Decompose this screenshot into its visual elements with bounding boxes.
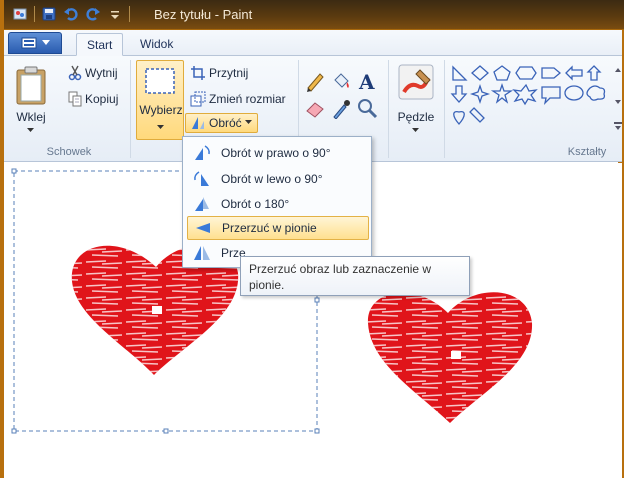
chevron-down-icon [27, 128, 34, 132]
paint-menu-button[interactable] [8, 32, 62, 54]
heart-shape [453, 110, 465, 125]
menu-item-label: Obrót w lewo o 90° [221, 172, 323, 186]
diamond-shape [471, 65, 489, 81]
hexagon-shape [515, 66, 537, 80]
svg-text:A: A [358, 70, 375, 92]
menu-icon [21, 37, 36, 49]
rotate-button[interactable]: Obróć [185, 113, 258, 133]
menu-item-flip-vertical[interactable]: Przerzuć w pionie [187, 216, 369, 240]
text-tool-icon[interactable]: A [356, 70, 378, 95]
shapes-scroll[interactable] [614, 66, 622, 136]
callout-oval-shape [564, 85, 584, 101]
crop-label: Przytnij [209, 66, 249, 80]
save-icon[interactable] [41, 6, 57, 22]
shapes-group-label: Kształty [567, 146, 607, 158]
arrow-down-shape [450, 85, 468, 103]
title-bar: Bez tytułu - Paint [4, 0, 624, 30]
rotate-180-icon [195, 197, 209, 211]
paint-app-icon[interactable] [12, 6, 28, 22]
copy-button[interactable]: Kopiuj [68, 91, 118, 107]
rotate-icon [192, 117, 204, 129]
brush-icon [398, 64, 434, 100]
customize-qat-icon[interactable] [107, 6, 123, 22]
cut-button[interactable]: Wytnij [68, 65, 118, 81]
selection-rectangle-icon [145, 68, 175, 94]
qat-separator [34, 6, 35, 22]
fill-bucket-icon[interactable] [330, 70, 352, 95]
qat-separator [129, 6, 130, 22]
clipboard-icon [16, 66, 46, 105]
select-button[interactable]: Wybierz [136, 60, 184, 140]
group-divider [444, 60, 445, 158]
flip-horizontal-icon [194, 246, 210, 260]
paint-window: Bez tytułu - Paint Start Widok Wklej Wyt… [0, 0, 624, 478]
callout-rect-shape [541, 86, 561, 105]
brushes-label: Pędzle [397, 110, 435, 124]
crop-button[interactable]: Przytnij [190, 65, 248, 81]
rotate-dropdown-menu: Obrót w prawo o 90° Obrót w lewo o 90° O… [182, 136, 372, 268]
pencil-icon[interactable] [304, 70, 326, 95]
arrow-left-shape [565, 65, 583, 81]
chevron-down-icon [41, 40, 50, 45]
group-divider [388, 60, 389, 158]
chevron-down-icon [244, 120, 252, 124]
paste-label: Wklej [16, 110, 46, 124]
rotate-left-icon [194, 171, 209, 186]
shapes-gallery [450, 64, 612, 136]
paste-button[interactable]: Wklej [8, 60, 54, 140]
scissors-icon [68, 65, 82, 81]
tooltip: Przerzuć obraz lub zaznaczenie w pionie. [240, 256, 470, 296]
arrow-up-shape [586, 65, 602, 81]
menu-item-label: Obrót w prawo o 90° [221, 146, 331, 160]
magnifier-icon[interactable] [356, 97, 378, 122]
resize-label: Zmień rozmiar [209, 92, 286, 106]
chevron-down-icon [157, 125, 164, 129]
menu-item-label: Obrót o 180° [221, 197, 290, 211]
menu-item-rotate-left[interactable]: Obrót w lewo o 90° [187, 167, 369, 191]
menu-item-rotate-180[interactable]: Obrót o 180° [187, 192, 369, 216]
copy-icon [68, 91, 82, 107]
tab-start[interactable]: Start [76, 33, 124, 56]
rotate-right-icon [195, 145, 210, 160]
cut-label: Wytnij [85, 66, 118, 80]
resize-button[interactable]: Zmień rozmiar [190, 91, 286, 107]
cloud-shape [586, 85, 606, 101]
clipboard-group-label: Schowek [46, 146, 92, 158]
brushes-button[interactable]: Pędzle [392, 60, 440, 140]
flip-vertical-icon [196, 223, 210, 233]
pentagon-shape [493, 65, 511, 81]
window-title: Bez tytułu - Paint [154, 7, 253, 22]
arrow-right-shape [541, 67, 562, 79]
copy-label: Kopiuj [85, 92, 119, 106]
menu-item-rotate-right[interactable]: Obrót w prawo o 90° [187, 141, 369, 165]
star6-shape [512, 83, 538, 106]
ribbon-tab-bar: Start Widok [4, 30, 622, 56]
quick-access-toolbar [12, 6, 130, 22]
lightning-shape [469, 107, 485, 123]
group-divider [130, 60, 131, 158]
tab-view[interactable]: Widok [130, 33, 183, 56]
heart-right [367, 292, 533, 423]
rotate-label: Obróć [209, 116, 242, 130]
star4-shape [469, 83, 491, 105]
undo-icon[interactable] [63, 6, 79, 22]
star5-shape [490, 82, 514, 104]
triangle-right-shape [452, 65, 468, 81]
redo-icon[interactable] [85, 6, 101, 22]
crop-icon [191, 66, 205, 80]
eraser-icon[interactable] [304, 97, 326, 122]
chevron-down-icon [412, 128, 419, 132]
tools-grid: A [304, 70, 378, 122]
menu-item-label: Przerzuć w pionie [222, 221, 317, 235]
color-picker-icon[interactable] [330, 97, 352, 122]
select-label: Wybierz [139, 103, 183, 117]
resize-icon [190, 91, 206, 107]
